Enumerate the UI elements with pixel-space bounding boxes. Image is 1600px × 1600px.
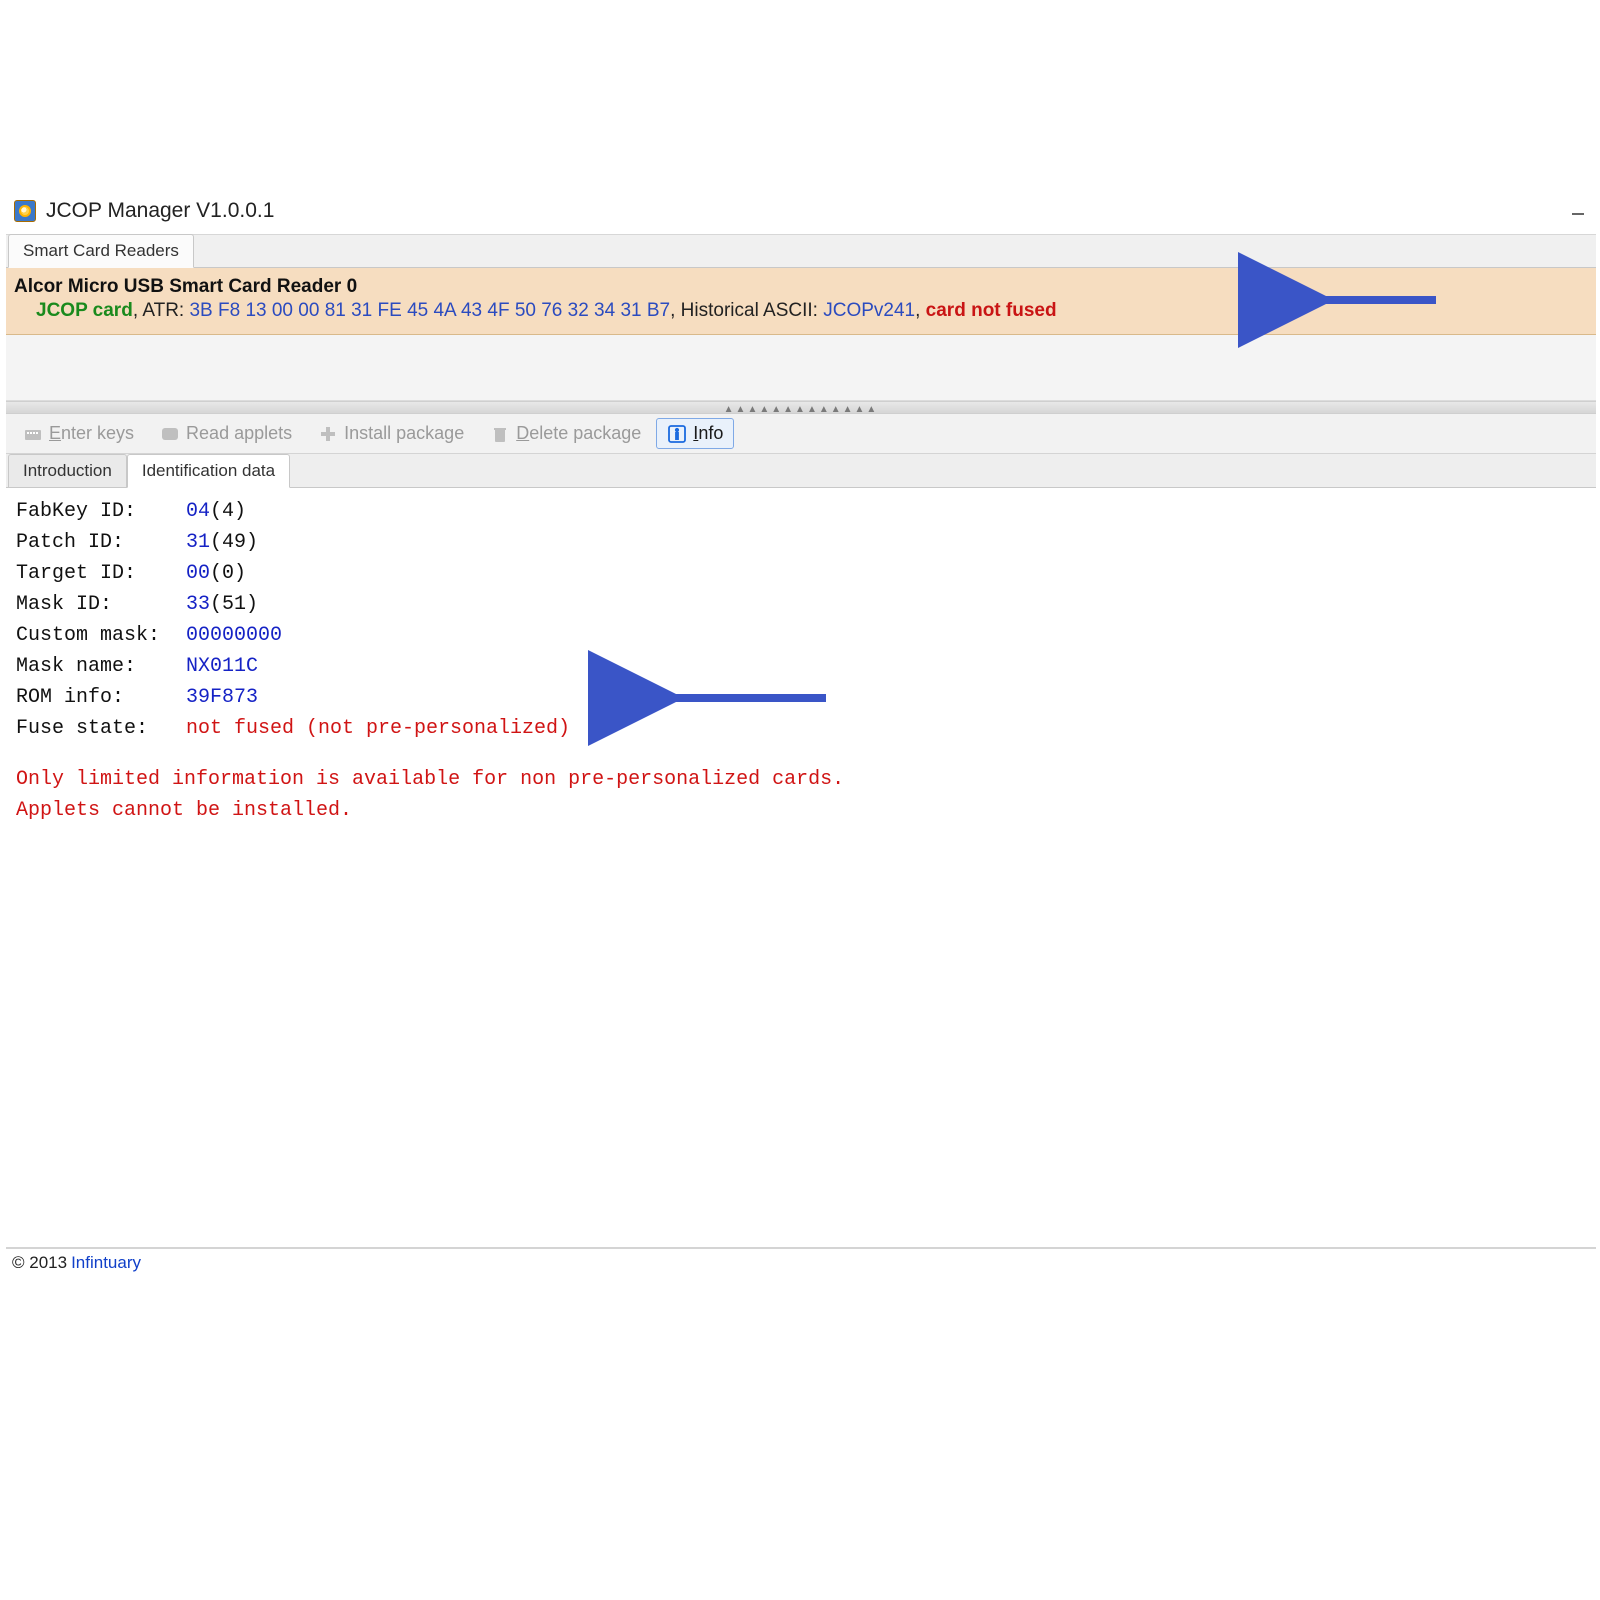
- keys-icon: [23, 424, 43, 444]
- row-mask: Mask ID: 33 (51): [16, 589, 1586, 620]
- value-dec: (0): [210, 558, 246, 589]
- atr-label: , ATR:: [133, 300, 190, 321]
- btn-label: Info: [693, 423, 723, 444]
- value-dec: (49): [210, 527, 258, 558]
- top-tabstrip: Smart Card Readers: [6, 234, 1596, 268]
- row-patch: Patch ID: 31 (49): [16, 527, 1586, 558]
- row-mask-name: Mask name: NX011C: [16, 651, 1586, 682]
- install-package-button[interactable]: Install package: [307, 418, 475, 449]
- btn-label: Enter keys: [49, 423, 134, 444]
- reader-name: Alcor Micro USB Smart Card Reader 0: [14, 274, 1588, 300]
- value: 04: [186, 496, 210, 527]
- titlebar: JCOP Manager V1.0.0.1: [6, 190, 1596, 232]
- label: Patch ID:: [16, 527, 186, 558]
- label: FabKey ID:: [16, 496, 186, 527]
- info-tabstrip: Introduction Identification data: [6, 454, 1596, 488]
- info-icon: [667, 424, 687, 444]
- warning-line-2: Applets cannot be installed.: [16, 795, 1586, 826]
- label: Fuse state:: [16, 713, 186, 744]
- reader-panel-empty: [6, 335, 1596, 401]
- row-target: Target ID: 00 (0): [16, 558, 1586, 589]
- label: Mask ID:: [16, 589, 186, 620]
- tab-introduction[interactable]: Introduction: [8, 454, 127, 488]
- hist-value: JCOPv241: [823, 300, 915, 321]
- separator: ,: [915, 300, 926, 321]
- value: 33: [186, 589, 210, 620]
- label: Target ID:: [16, 558, 186, 589]
- warning-line-1: Only limited information is available fo…: [16, 764, 1586, 795]
- minimize-button[interactable]: [1566, 202, 1590, 226]
- card-type-label: JCOP card: [36, 300, 133, 321]
- label: ROM info:: [16, 682, 186, 713]
- card-icon: [160, 424, 180, 444]
- value: 00000000: [186, 620, 282, 651]
- toolbar: Enter keys Read applets Install package …: [6, 414, 1596, 454]
- statusbar: © 2013 Infintuary: [6, 1248, 1596, 1276]
- copyright: © 2013: [12, 1253, 67, 1273]
- row-custom-mask: Custom mask: 00000000: [16, 620, 1586, 651]
- trash-icon: [490, 424, 510, 444]
- value: 00: [186, 558, 210, 589]
- reader-details: JCOP card, ATR: 3B F8 13 00 00 81 31 FE …: [14, 300, 1588, 324]
- row-fuse-state: Fuse state: not fused (not pre-personali…: [16, 713, 1586, 744]
- app-icon: [14, 200, 36, 222]
- delete-package-button[interactable]: Delete package: [479, 418, 652, 449]
- btn-label: Read applets: [186, 423, 292, 444]
- footer-link[interactable]: Infintuary: [71, 1253, 141, 1273]
- value: NX011C: [186, 651, 258, 682]
- read-applets-button[interactable]: Read applets: [149, 418, 303, 449]
- plus-icon: [318, 424, 338, 444]
- btn-label: Install package: [344, 423, 464, 444]
- enter-keys-button[interactable]: Enter keys: [12, 418, 145, 449]
- splitter[interactable]: ▲▲▲▲▲▲▲▲▲▲▲▲▲: [6, 401, 1596, 414]
- value-dec: (4): [210, 496, 246, 527]
- card-status: card not fused: [926, 300, 1057, 321]
- row-fabkey: FabKey ID: 04 (4): [16, 496, 1586, 527]
- info-button[interactable]: Info: [656, 418, 734, 449]
- tab-identification-data[interactable]: Identification data: [127, 454, 290, 488]
- value: 39F873: [186, 682, 258, 713]
- value: not fused (not pre-personalized): [186, 713, 570, 744]
- row-rom-info: ROM info: 39F873: [16, 682, 1586, 713]
- window-title: JCOP Manager V1.0.0.1: [46, 199, 274, 223]
- reader-panel[interactable]: Alcor Micro USB Smart Card Reader 0 JCOP…: [6, 268, 1596, 335]
- label: Custom mask:: [16, 620, 186, 651]
- label: Mask name:: [16, 651, 186, 682]
- tab-smart-card-readers[interactable]: Smart Card Readers: [8, 234, 194, 268]
- value: 31: [186, 527, 210, 558]
- splitter-grip-icon: ▲▲▲▲▲▲▲▲▲▲▲▲▲: [724, 404, 879, 415]
- identification-content: FabKey ID: 04 (4) Patch ID: 31 (49) Targ…: [6, 488, 1596, 1248]
- hist-label: , Historical ASCII:: [670, 300, 823, 321]
- atr-value: 3B F8 13 00 00 81 31 FE 45 4A 43 4F 50 7…: [189, 300, 670, 321]
- value-dec: (51): [210, 589, 258, 620]
- btn-label: Delete package: [516, 423, 641, 444]
